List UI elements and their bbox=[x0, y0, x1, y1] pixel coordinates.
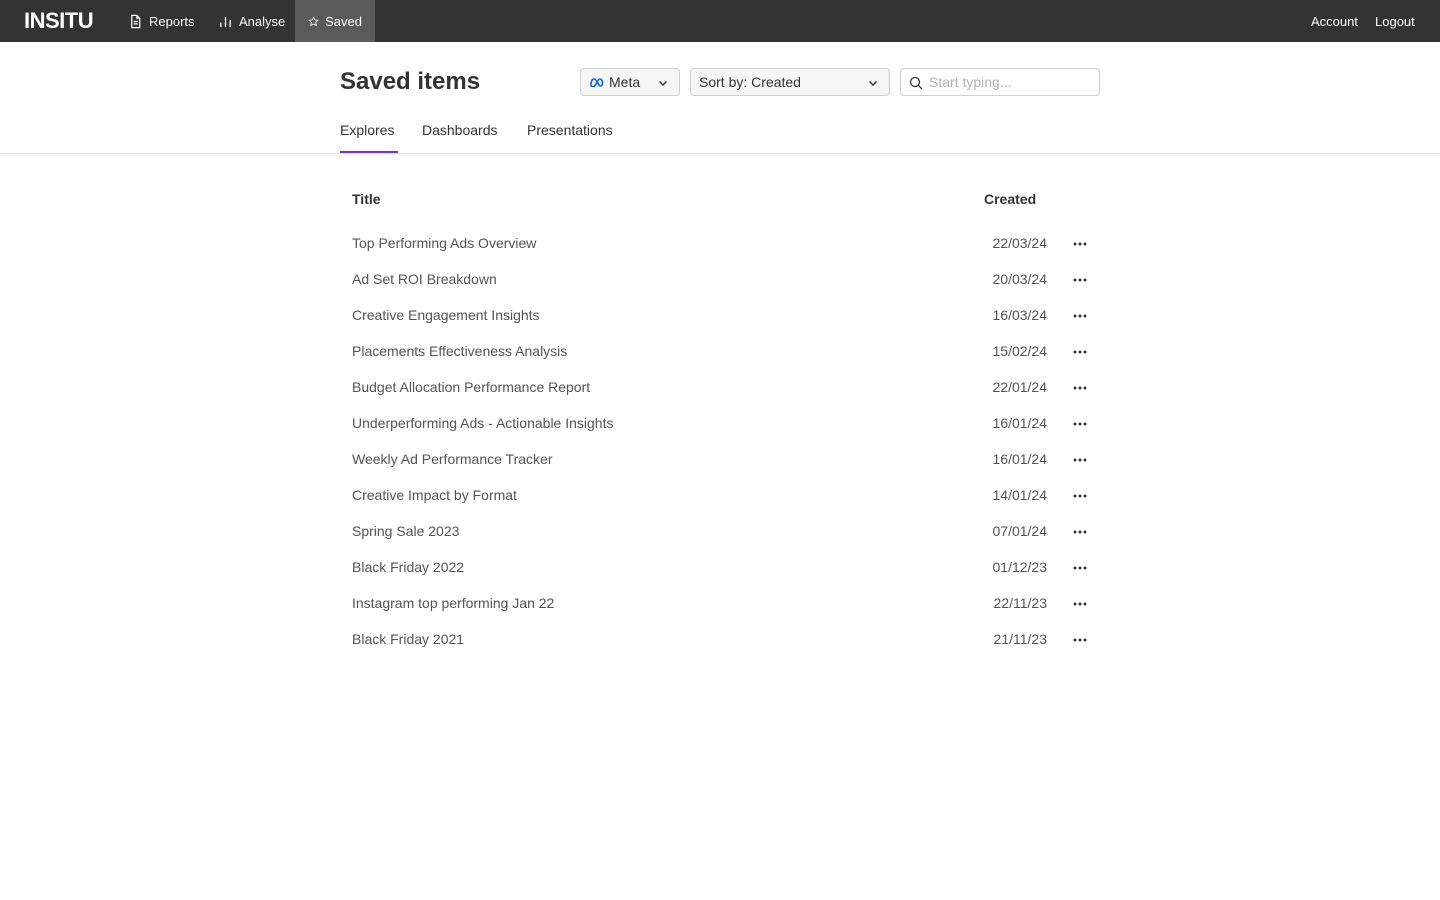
row-title-link[interactable]: Budget Allocation Performance Report bbox=[352, 379, 590, 395]
row-title-link[interactable]: Weekly Ad Performance Tracker bbox=[352, 451, 552, 467]
tabs-divider bbox=[0, 153, 1440, 154]
more-options-button[interactable] bbox=[1071, 380, 1089, 396]
tab-presentations[interactable]: Presentations bbox=[527, 122, 613, 154]
meta-logo-icon bbox=[590, 78, 604, 87]
table-row: Underperforming Ads - Actionable Insight… bbox=[340, 406, 1100, 442]
bar-chart-icon bbox=[220, 16, 231, 27]
more-options-button[interactable] bbox=[1071, 452, 1089, 468]
table-row: Placements Effectiveness Analysis 15/02/… bbox=[340, 334, 1100, 370]
table-row: Ad Set ROI Breakdown 20/03/24 bbox=[340, 262, 1100, 298]
table-row: Weekly Ad Performance Tracker 16/01/24 bbox=[340, 442, 1100, 478]
row-created-date: 14/01/24 bbox=[992, 487, 1048, 503]
search-icon bbox=[909, 76, 923, 90]
chevron-down-icon bbox=[659, 81, 667, 86]
more-options-button[interactable] bbox=[1071, 524, 1089, 540]
more-options-button[interactable] bbox=[1071, 272, 1089, 288]
page-title: Saved items bbox=[340, 68, 481, 95]
search-input[interactable] bbox=[929, 72, 1094, 92]
top-navigation-bar: INSITU Reports Analyse Saved Account Log… bbox=[0, 0, 1440, 42]
row-title-link[interactable]: Creative Engagement Insights bbox=[352, 307, 540, 323]
nav-saved-label: Saved bbox=[325, 13, 362, 29]
ellipsis-icon bbox=[1073, 494, 1087, 498]
nav-analyse[interactable]: Analyse bbox=[205, 0, 298, 42]
row-created-date: 15/02/24 bbox=[992, 343, 1048, 359]
table-row: Creative Engagement Insights 16/03/24 bbox=[340, 298, 1100, 334]
platform-select[interactable]: Meta bbox=[580, 68, 680, 96]
ellipsis-icon bbox=[1073, 386, 1087, 390]
row-created-date: 22/03/24 bbox=[992, 235, 1048, 251]
column-header-title[interactable]: Title bbox=[352, 191, 381, 207]
nav-reports-label: Reports bbox=[149, 13, 195, 29]
nav-reports[interactable]: Reports bbox=[115, 0, 208, 42]
row-title-link[interactable]: Black Friday 2022 bbox=[352, 559, 464, 575]
ellipsis-icon bbox=[1073, 314, 1087, 318]
ellipsis-icon bbox=[1073, 278, 1087, 282]
ellipsis-icon bbox=[1073, 242, 1087, 246]
table-row: Top Performing Ads Overview 22/03/24 bbox=[340, 226, 1100, 262]
row-title-link[interactable]: Instagram top performing Jan 22 bbox=[352, 595, 554, 611]
platform-select-value: Meta bbox=[609, 74, 641, 90]
nav-saved[interactable]: Saved bbox=[295, 0, 375, 42]
ellipsis-icon bbox=[1073, 530, 1087, 534]
table-row: Black Friday 2021 21/11/23 bbox=[340, 622, 1100, 658]
more-options-button[interactable] bbox=[1071, 344, 1089, 360]
row-title-link[interactable]: Top Performing Ads Overview bbox=[352, 235, 536, 251]
table-row: Black Friday 2022 01/12/23 bbox=[340, 550, 1100, 586]
row-created-date: 20/03/24 bbox=[992, 271, 1048, 287]
ellipsis-icon bbox=[1073, 458, 1087, 462]
star-icon bbox=[308, 16, 319, 26]
row-created-date: 01/12/23 bbox=[992, 559, 1048, 575]
ellipsis-icon bbox=[1073, 602, 1087, 606]
row-created-date: 16/03/24 bbox=[992, 307, 1048, 323]
row-created-date: 22/11/23 bbox=[993, 595, 1047, 611]
more-options-button[interactable] bbox=[1071, 560, 1089, 576]
logout-link[interactable]: Logout bbox=[1375, 0, 1415, 42]
document-icon bbox=[131, 14, 141, 28]
ellipsis-icon bbox=[1073, 638, 1087, 642]
chevron-down-icon bbox=[869, 81, 877, 86]
sort-select-value: Sort by: Created bbox=[699, 74, 801, 90]
row-created-date: 22/01/24 bbox=[992, 379, 1048, 395]
tab-dashboards[interactable]: Dashboards bbox=[422, 122, 498, 154]
ellipsis-icon bbox=[1073, 566, 1087, 570]
row-title-link[interactable]: Spring Sale 2023 bbox=[352, 523, 459, 539]
column-header-created[interactable]: Created bbox=[984, 191, 1036, 207]
tab-explores[interactable]: Explores bbox=[340, 122, 398, 154]
row-title-link[interactable]: Placements Effectiveness Analysis bbox=[352, 343, 567, 359]
ellipsis-icon bbox=[1073, 350, 1087, 354]
nav-analyse-label: Analyse bbox=[239, 13, 286, 29]
row-title-link[interactable]: Underperforming Ads - Actionable Insight… bbox=[352, 415, 613, 431]
row-created-date: 16/01/24 bbox=[992, 415, 1048, 431]
account-link[interactable]: Account bbox=[1311, 0, 1358, 42]
more-options-button[interactable] bbox=[1071, 416, 1089, 432]
row-created-date: 21/11/23 bbox=[993, 631, 1047, 647]
table-row: Instagram top performing Jan 22 22/11/23 bbox=[340, 586, 1100, 622]
row-title-link[interactable]: Creative Impact by Format bbox=[352, 487, 517, 503]
more-options-button[interactable] bbox=[1071, 308, 1089, 324]
row-created-date: 07/01/24 bbox=[992, 523, 1048, 539]
table-row: Creative Impact by Format 14/01/24 bbox=[340, 478, 1100, 514]
table-row: Budget Allocation Performance Report 22/… bbox=[340, 370, 1100, 406]
search-box bbox=[900, 68, 1100, 96]
row-created-date: 16/01/24 bbox=[992, 451, 1048, 467]
row-title-link[interactable]: Ad Set ROI Breakdown bbox=[352, 271, 497, 287]
more-options-button[interactable] bbox=[1071, 632, 1089, 648]
more-options-button[interactable] bbox=[1071, 596, 1089, 612]
row-title-link[interactable]: Black Friday 2021 bbox=[352, 631, 464, 647]
table-row: Spring Sale 2023 07/01/24 bbox=[340, 514, 1100, 550]
more-options-button[interactable] bbox=[1071, 488, 1089, 504]
app-logo[interactable]: INSITU bbox=[24, 9, 94, 33]
more-options-button[interactable] bbox=[1071, 236, 1089, 252]
sort-select[interactable]: Sort by: Created bbox=[690, 68, 890, 96]
ellipsis-icon bbox=[1073, 422, 1087, 426]
